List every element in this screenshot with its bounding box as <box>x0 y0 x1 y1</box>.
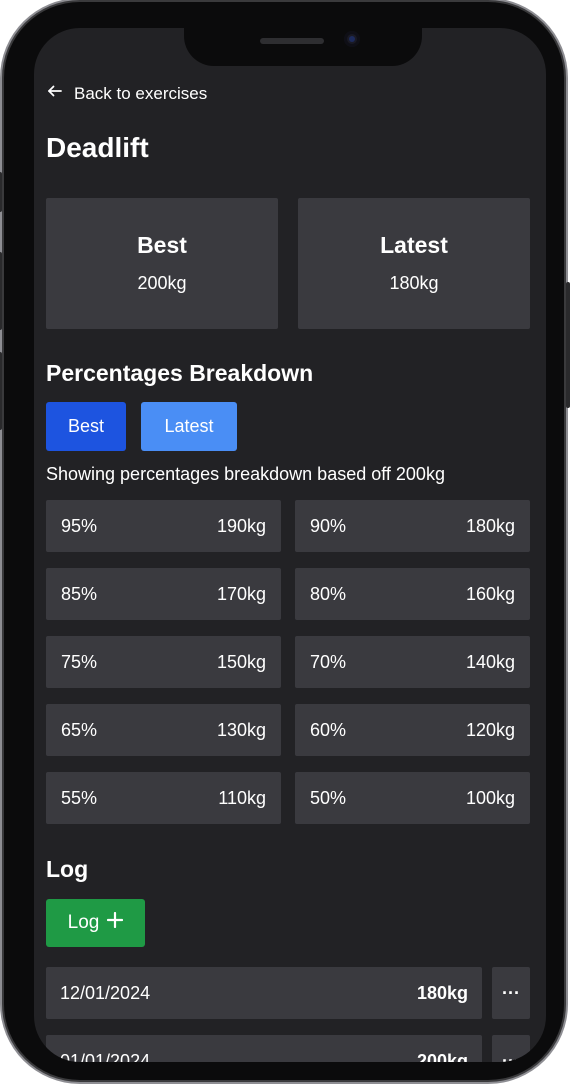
page-title: Deadlift <box>46 132 149 163</box>
log-entry[interactable]: 01/01/2024 200kg <box>46 1035 482 1062</box>
percentage-label: 70% <box>310 651 347 672</box>
log-entry[interactable]: 12/01/2024 180kg <box>46 967 482 1019</box>
stat-label: Best <box>137 232 187 258</box>
percentage-row: 85% 170kg <box>46 568 281 620</box>
stat-label: Latest <box>380 232 448 258</box>
percentage-weight: 180kg <box>465 515 515 536</box>
percentage-label: 85% <box>61 583 98 604</box>
phone-frame: Back to exercises Deadlift Best 200kg La… <box>0 2 570 1080</box>
front-camera <box>344 31 360 47</box>
percentage-label: 55% <box>61 787 98 808</box>
percentage-label: 65% <box>61 719 98 740</box>
app-screen: Back to exercises Deadlift Best 200kg La… <box>34 28 546 1062</box>
percentage-label: 90% <box>310 515 347 536</box>
breakdown-caption: Showing percentages breakdown based off … <box>46 464 445 484</box>
percentage-label: 95% <box>61 515 98 536</box>
percentage-weight: 130kg <box>216 719 266 740</box>
log-weight: 200kg <box>416 1050 468 1063</box>
percentage-row: 50% 100kg <box>295 772 530 824</box>
percentage-label: 75% <box>61 651 98 672</box>
toggle-best-button[interactable]: Best <box>46 402 126 451</box>
log-title: Log <box>46 856 89 882</box>
percentage-row: 65% 130kg <box>46 704 281 756</box>
percentage-weight: 120kg <box>465 719 515 740</box>
add-log-label: Log <box>67 912 100 933</box>
percentage-row: 95% 190kg <box>46 500 281 552</box>
volume-up-button <box>0 252 2 330</box>
percentage-weight: 140kg <box>465 651 515 672</box>
percentage-label: 80% <box>310 583 347 604</box>
percentage-weight: 150kg <box>216 651 266 672</box>
log-date: 01/01/2024 <box>60 1050 151 1063</box>
percentage-weight: 170kg <box>216 583 266 604</box>
percentage-row: 55% 110kg <box>46 772 281 824</box>
ellipsis-icon[interactable]: ··· <box>492 967 530 1019</box>
stat-value: 180kg <box>389 273 439 293</box>
power-button <box>566 282 570 408</box>
percentage-weight: 160kg <box>465 583 515 604</box>
percentage-weight: 110kg <box>218 787 266 808</box>
ellipsis-icon[interactable]: ··· <box>492 1035 530 1062</box>
percentage-row: 90% 180kg <box>295 500 530 552</box>
back-to-exercises-link[interactable]: Back to exercises <box>46 82 207 105</box>
percentage-row: 75% 150kg <box>46 636 281 688</box>
percentage-label: 60% <box>310 719 347 740</box>
toggle-latest-button[interactable]: Latest <box>141 402 237 451</box>
stat-value: 200kg <box>137 273 187 293</box>
percentage-row: 80% 160kg <box>295 568 530 620</box>
silent-switch <box>0 172 2 212</box>
percentage-row: 70% 140kg <box>295 636 530 688</box>
back-label: Back to exercises <box>74 83 208 103</box>
percentage-weight: 100kg <box>465 787 515 808</box>
speaker <box>260 38 324 44</box>
latest-stat-card: Latest 180kg <box>298 198 530 329</box>
add-log-button[interactable]: Log <box>46 899 145 947</box>
log-date: 12/01/2024 <box>60 982 151 1003</box>
breakdown-title: Percentages Breakdown <box>46 360 314 386</box>
percentage-row: 60% 120kg <box>295 704 530 756</box>
percentage-weight: 190kg <box>216 515 266 536</box>
plus-icon <box>107 911 124 934</box>
arrow-left-icon <box>46 82 64 105</box>
percentage-label: 50% <box>310 787 347 808</box>
notch <box>184 28 422 66</box>
log-weight: 180kg <box>416 982 468 1003</box>
volume-down-button <box>0 352 2 430</box>
best-stat-card: Best 200kg <box>46 198 278 329</box>
